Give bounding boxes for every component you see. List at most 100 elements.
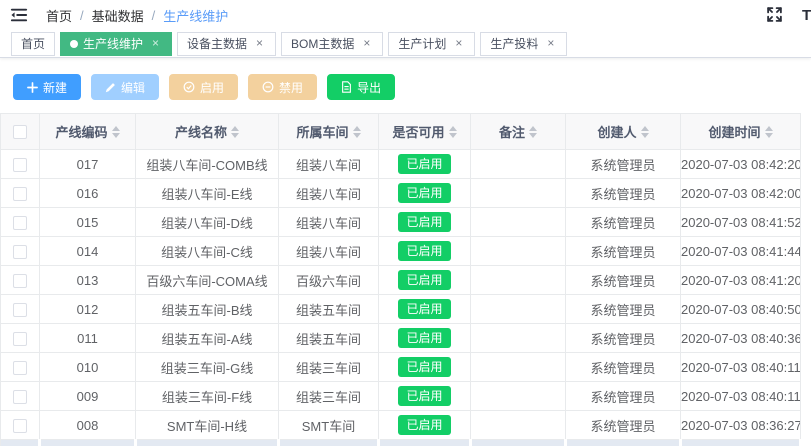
cell-created-at: 2020-07-03 08:42:00 (681, 179, 801, 208)
table-row[interactable]: 016组装八车间-E线组装八车间已启用系统管理员2020-07-03 08:42… (1, 179, 801, 208)
row-checkbox-cell (1, 382, 40, 411)
close-icon[interactable]: × (544, 37, 557, 50)
tab-item[interactable]: 首页 (11, 32, 55, 56)
row-checkbox[interactable] (13, 245, 27, 259)
cell-created-at: 2020-07-03 08:41:44 (681, 237, 801, 266)
cell-line-code: 016 (40, 179, 136, 208)
cell-creator: 系统管理员 (566, 179, 681, 208)
cell-creator: 系统管理员 (566, 353, 681, 382)
cell-workshop: 百级六车间 (279, 266, 379, 295)
cell-line-name: 组装五车间-B线 (136, 295, 279, 324)
column-header-label: 备注 (499, 122, 525, 141)
table-row[interactable]: 017组装八车间-COMB线组装八车间已启用系统管理员2020-07-03 08… (1, 150, 801, 179)
navbar-right: T (766, 0, 811, 30)
cell-created-at: 2020-07-03 08:40:36 (681, 324, 801, 353)
table-row[interactable]: 012组装五车间-B线组装五车间已启用系统管理员2020-07-03 08:40… (1, 295, 801, 324)
column-header[interactable]: 创建时间 (681, 114, 801, 150)
disable-button[interactable]: 禁用 (248, 74, 317, 100)
cell-remark (471, 208, 566, 237)
row-checkbox[interactable] (13, 390, 27, 404)
row-checkbox[interactable] (13, 274, 27, 288)
column-header[interactable]: 是否可用 (379, 114, 471, 150)
cell-status: 已启用 (379, 382, 471, 411)
column-header[interactable]: 所属车间 (279, 114, 379, 150)
cell-line-code: 013 (40, 266, 136, 295)
cell-status: 已启用 (379, 150, 471, 179)
table-row[interactable]: 013百级六车间-COMA线百级六车间已启用系统管理员2020-07-03 08… (1, 266, 801, 295)
table-row[interactable]: 009组装三车间-F线组装三车间已启用系统管理员2020-07-03 08:40… (1, 382, 801, 411)
column-header[interactable]: 创建人 (566, 114, 681, 150)
enable-button[interactable]: 启用 (169, 74, 238, 100)
column-header[interactable]: 产线编码 (40, 114, 136, 150)
row-checkbox[interactable] (13, 419, 27, 433)
create-button[interactable]: 新建 (13, 74, 81, 100)
cell-status: 已启用 (379, 237, 471, 266)
tab-item[interactable]: BOM主数据× (281, 32, 383, 56)
row-checkbox[interactable] (13, 216, 27, 230)
sort-caret-icon[interactable] (112, 126, 120, 138)
close-icon[interactable]: × (253, 37, 266, 50)
cell-workshop: 组装八车间 (279, 179, 379, 208)
top-navbar: 首页/基础数据/生产线维护 T (0, 0, 811, 30)
cell-creator: 系统管理员 (566, 411, 681, 440)
table-row[interactable]: 010组装三车间-G线组装三车间已启用系统管理员2020-07-03 08:40… (1, 353, 801, 382)
tab-label: 设备主数据 (187, 35, 247, 52)
row-checkbox[interactable] (13, 361, 27, 375)
column-header[interactable]: 备注 (471, 114, 566, 150)
close-icon[interactable]: × (360, 37, 373, 50)
breadcrumb-item[interactable]: 生产线维护 (163, 6, 228, 25)
row-checkbox[interactable] (13, 303, 27, 317)
tab-item[interactable]: 生产计划× (388, 32, 475, 56)
table-row[interactable]: 008SMT车间-H线SMT车间已启用系统管理员2020-07-03 08:36… (1, 411, 801, 440)
column-header-label: 创建时间 (708, 122, 760, 141)
row-checkbox-cell (1, 150, 40, 179)
minus-circle-icon (262, 81, 274, 93)
cell-remark (471, 266, 566, 295)
close-icon[interactable]: × (452, 37, 465, 50)
partial-cell (379, 440, 471, 446)
select-all-checkbox[interactable] (13, 125, 27, 139)
table-row[interactable]: 011组装五车间-A线组装五车间已启用系统管理员2020-07-03 08:40… (1, 324, 801, 353)
sort-caret-icon[interactable] (231, 126, 239, 138)
column-header[interactable]: 产线名称 (136, 114, 279, 150)
cell-workshop: 组装三车间 (279, 382, 379, 411)
edit-button[interactable]: 编辑 (91, 74, 159, 100)
row-checkbox[interactable] (13, 158, 27, 172)
row-checkbox[interactable] (13, 187, 27, 201)
sort-caret-icon[interactable] (765, 126, 773, 138)
sort-caret-icon[interactable] (529, 126, 537, 138)
cell-status: 已启用 (379, 324, 471, 353)
button-label: 编辑 (121, 79, 145, 96)
row-checkbox[interactable] (13, 332, 27, 346)
column-header-label: 所属车间 (296, 122, 348, 141)
fullscreen-icon[interactable] (766, 6, 784, 24)
tab-label: 生产投料 (490, 35, 538, 52)
partial-cell (136, 440, 279, 446)
user-menu-partial[interactable]: T (802, 7, 811, 24)
cell-creator: 系统管理员 (566, 208, 681, 237)
tab-item[interactable]: 生产投料 × (480, 32, 567, 56)
cell-status: 已启用 (379, 295, 471, 324)
cell-creator: 系统管理员 (566, 266, 681, 295)
sort-caret-icon[interactable] (641, 126, 649, 138)
sort-caret-icon[interactable] (353, 126, 361, 138)
export-button[interactable]: 导出 (327, 74, 395, 100)
table-body: 017组装八车间-COMB线组装八车间已启用系统管理员2020-07-03 08… (1, 150, 801, 446)
close-icon[interactable]: × (149, 37, 162, 50)
breadcrumb-item[interactable]: 首页 (46, 6, 72, 25)
cell-line-code: 014 (40, 237, 136, 266)
cell-created-at: 2020-07-03 08:41:20 (681, 266, 801, 295)
table-row[interactable]: 014组装八车间-C线组装八车间已启用系统管理员2020-07-03 08:41… (1, 237, 801, 266)
edit-icon (105, 82, 116, 93)
tab-item[interactable]: 设备主数据 × (177, 32, 276, 56)
sidebar-collapse-icon[interactable] (10, 6, 30, 24)
table-row[interactable]: 015组装八车间-D线组装八车间已启用系统管理员2020-07-03 08:41… (1, 208, 801, 237)
tab-item[interactable]: 生产线维护× (60, 32, 172, 56)
cell-remark (471, 179, 566, 208)
cell-remark (471, 150, 566, 179)
sort-caret-icon[interactable] (449, 126, 457, 138)
button-label: 禁用 (279, 79, 303, 96)
cell-created-at: 2020-07-03 08:36:27 (681, 411, 801, 440)
button-label: 新建 (43, 79, 67, 96)
breadcrumb-item[interactable]: 基础数据 (92, 6, 144, 25)
